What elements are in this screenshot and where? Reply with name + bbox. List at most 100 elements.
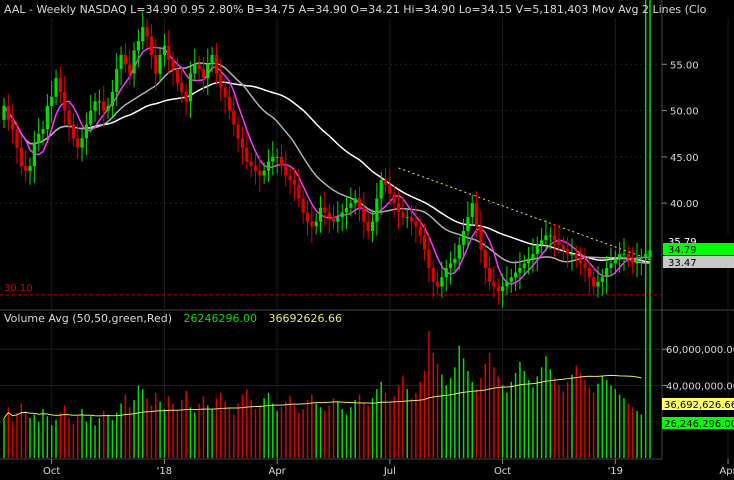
candle-body — [557, 240, 561, 245]
candle — [54, 69, 58, 106]
candle — [6, 93, 10, 131]
ma-fast-line — [3, 46, 651, 285]
candle-body — [184, 92, 188, 102]
candle — [71, 112, 75, 147]
candle-body — [275, 156, 279, 158]
candle-body — [596, 281, 600, 287]
candle-body — [427, 249, 431, 268]
chart-root: 55.00 50.00 45.00 40.00 35.79 34.79 33.47 60,… — [0, 0, 734, 480]
time-label: '18 — [157, 466, 172, 477]
candle-body — [344, 207, 349, 213]
candle — [431, 259, 435, 299]
candle — [527, 246, 531, 275]
candle — [227, 84, 232, 119]
candle-body — [93, 101, 97, 111]
candle — [622, 238, 626, 271]
candle-body — [375, 198, 379, 222]
candle — [570, 238, 574, 271]
candle-body — [600, 277, 604, 282]
candle-body — [292, 180, 297, 185]
candle — [453, 242, 457, 272]
candle — [245, 131, 249, 170]
candle-body — [128, 64, 132, 74]
candle — [110, 80, 114, 118]
candle-body — [592, 277, 596, 287]
candle-body — [201, 68, 206, 79]
candle-body — [236, 124, 240, 139]
candle-body — [631, 258, 635, 264]
time-label: Oct — [494, 466, 511, 477]
candle-body — [435, 281, 440, 287]
candle — [301, 190, 305, 224]
candle — [553, 223, 557, 257]
candle-body — [80, 138, 84, 148]
candle-body — [180, 82, 184, 93]
volume-header-value2: 36692626.66 — [268, 312, 342, 325]
candle-body — [11, 119, 15, 130]
candle-body — [162, 45, 167, 56]
candle — [310, 205, 314, 243]
candle-body — [583, 263, 587, 268]
candle-body — [362, 207, 366, 222]
candle-body — [266, 161, 271, 171]
time-axis-labels: Oct '18 Apr Jul Oct '19 Apr — [43, 459, 734, 477]
candle-body — [136, 41, 141, 51]
candle — [470, 194, 474, 226]
candle — [605, 255, 609, 294]
candle-body — [210, 55, 214, 65]
candle — [19, 135, 23, 175]
candle-body — [28, 166, 32, 171]
support-label: 30.10 — [4, 283, 33, 294]
candle — [184, 83, 188, 116]
candle-body — [245, 147, 249, 162]
candle-body — [58, 78, 62, 93]
candle-body — [574, 254, 578, 259]
candle-body — [544, 235, 548, 241]
stock-chart[interactable]: 55.0050.0045.0040.00 35.7934.7933.47 60,… — [0, 0, 734, 480]
candle — [132, 42, 136, 88]
candle-body — [219, 73, 223, 88]
candle — [50, 80, 54, 123]
price-axis-tags: 35.7934.7933.47 — [663, 235, 734, 269]
candle-body — [19, 147, 23, 167]
price-tag-text: 34.79 — [668, 245, 697, 256]
candle-body — [331, 217, 336, 222]
candle-body — [97, 101, 101, 103]
candle-body — [123, 55, 127, 65]
time-label: Apr — [268, 466, 286, 477]
candle-body — [648, 250, 652, 257]
candle-body — [6, 105, 10, 120]
candle — [2, 97, 6, 129]
price-tick-label: 40.00 — [670, 199, 699, 210]
candle — [448, 251, 453, 285]
candle-body — [63, 92, 67, 111]
candle-body — [37, 133, 41, 143]
candle-body — [327, 212, 331, 218]
candle-body — [145, 27, 149, 37]
candle — [288, 167, 292, 194]
candle — [479, 210, 483, 264]
candle — [362, 192, 366, 239]
ma-mid-line — [3, 62, 651, 264]
candle-body — [409, 217, 414, 222]
candle-body — [115, 68, 119, 93]
candle-body — [579, 258, 583, 264]
candle — [414, 205, 418, 243]
candle-body — [513, 272, 518, 278]
candle — [106, 97, 110, 119]
candle — [513, 260, 518, 292]
candle-body — [227, 96, 232, 111]
candle-body — [622, 254, 626, 256]
candle-body — [197, 64, 201, 69]
candle-body — [618, 254, 622, 259]
trend-line — [398, 167, 651, 261]
candle-body — [444, 267, 448, 278]
candle-body — [609, 263, 613, 268]
candle — [366, 213, 370, 240]
candle — [631, 246, 635, 275]
candle-body — [2, 105, 6, 120]
candle-body — [336, 217, 340, 222]
candle — [336, 201, 340, 233]
volume-tick-label: 60,000,000.00 — [666, 345, 734, 356]
candle-body — [457, 244, 461, 259]
